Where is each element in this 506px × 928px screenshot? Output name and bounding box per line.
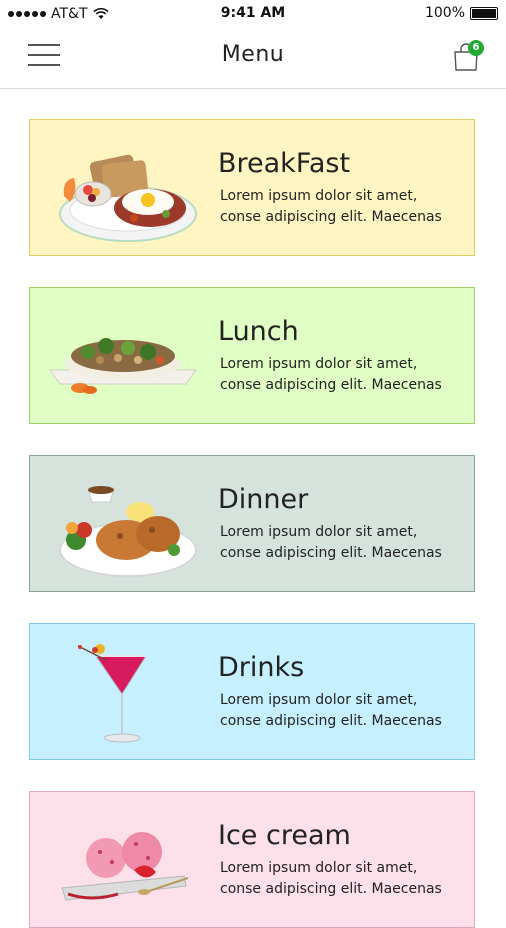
status-bar: AT&T 9:41 AM 100% bbox=[0, 0, 506, 28]
card-desc-line: Lorem ipsum dolor sit amet, bbox=[220, 692, 418, 708]
card-description: Lorem ipsum dolor sit amet, conse adipis… bbox=[220, 186, 470, 228]
app-header: Menu 6 bbox=[0, 28, 506, 89]
card-desc-line: Lorem ipsum dolor sit amet, bbox=[220, 356, 418, 372]
card-desc-line: conse adipiscing elit. Maecenas bbox=[220, 209, 442, 225]
card-desc-line: Lorem ipsum dolor sit amet, bbox=[220, 524, 418, 540]
card-title: Lunch bbox=[218, 316, 299, 347]
breakfast-plate-image bbox=[59, 154, 197, 242]
cart-button[interactable]: 6 bbox=[452, 38, 488, 74]
menu-card-breakfast[interactable]: BreakFast Lorem ipsum dolor sit amet, co… bbox=[29, 119, 475, 256]
card-desc-line: conse adipiscing elit. Maecenas bbox=[220, 713, 442, 729]
battery-icon bbox=[470, 6, 498, 20]
menu-card-lunch[interactable]: Lunch Lorem ipsum dolor sit amet, conse … bbox=[29, 287, 475, 424]
dinner-plate-image bbox=[59, 486, 197, 577]
card-title: Drinks bbox=[218, 652, 305, 683]
lunch-plate-image bbox=[49, 338, 197, 394]
card-title: Ice cream bbox=[218, 820, 351, 851]
ice-cream-plate-image bbox=[61, 832, 189, 901]
battery-percent: 100% bbox=[424, 5, 465, 21]
menu-card-ice-cream[interactable]: Ice cream Lorem ipsum dolor sit amet, co… bbox=[29, 791, 475, 928]
page-title: Menu bbox=[221, 42, 285, 67]
card-desc-line: conse adipiscing elit. Maecenas bbox=[220, 377, 442, 393]
card-description: Lorem ipsum dolor sit amet, conse adipis… bbox=[220, 690, 470, 732]
menu-card-dinner[interactable]: Dinner Lorem ipsum dolor sit amet, conse… bbox=[29, 455, 475, 592]
card-desc-line: conse adipiscing elit. Maecenas bbox=[220, 545, 442, 561]
cocktail-glass-image bbox=[77, 644, 147, 743]
card-desc-line: conse adipiscing elit. Maecenas bbox=[220, 881, 442, 897]
status-right: 100% bbox=[425, 5, 498, 21]
card-desc-line: Lorem ipsum dolor sit amet, bbox=[220, 860, 418, 876]
card-description: Lorem ipsum dolor sit amet, conse adipis… bbox=[220, 858, 470, 900]
cart-count-badge: 6 bbox=[468, 40, 484, 56]
card-title: BreakFast bbox=[218, 148, 351, 179]
card-title: Dinner bbox=[218, 484, 309, 515]
menu-card-drinks[interactable]: Drinks Lorem ipsum dolor sit amet, conse… bbox=[29, 623, 475, 760]
card-desc-line: Lorem ipsum dolor sit amet, bbox=[220, 188, 418, 204]
card-description: Lorem ipsum dolor sit amet, conse adipis… bbox=[220, 522, 470, 564]
card-description: Lorem ipsum dolor sit amet, conse adipis… bbox=[220, 354, 470, 396]
